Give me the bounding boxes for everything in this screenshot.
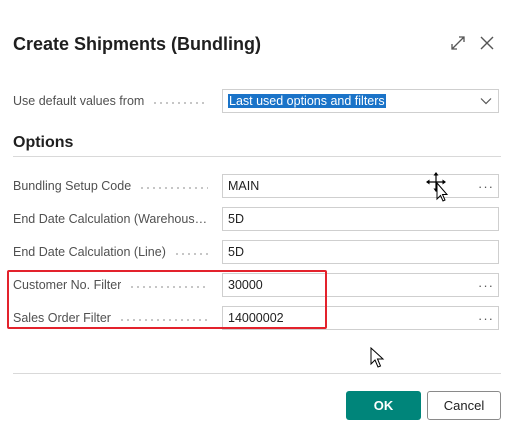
end-date-calc-line-row: End Date Calculation (Line) 5D — [13, 240, 501, 264]
end-date-calc-line-field[interactable]: 5D — [222, 240, 499, 264]
options-divider — [13, 156, 501, 157]
dialog-title: Create Shipments (Bundling) — [13, 34, 262, 54]
sales-order-filter-field[interactable]: 14000002 ··· — [222, 306, 499, 330]
ok-button[interactable]: OK — [346, 391, 421, 420]
bundling-setup-code-field[interactable]: MAIN ··· — [222, 174, 499, 198]
sales-order-filter-label: Sales Order Filter — [13, 306, 218, 330]
end-date-calc-warehouse-field[interactable]: 5D — [222, 207, 499, 231]
default-values-value: Last used options and filters — [228, 94, 386, 108]
arrow-cursor-icon — [370, 347, 385, 368]
default-values-label: Use default values from — [13, 89, 218, 113]
end-date-calc-warehouse-label: End Date Calculation (Warehouse... — [13, 207, 218, 231]
end-date-calc-warehouse-row: End Date Calculation (Warehouse... 5D — [13, 207, 501, 231]
cancel-button[interactable]: Cancel — [427, 391, 501, 420]
create-shipments-dialog: Create Shipments (Bundling) Use default … — [0, 0, 520, 432]
default-values-row: Use default values from Last used option… — [13, 89, 501, 113]
assist-edit-button[interactable]: ··· — [474, 307, 498, 329]
default-values-select[interactable]: Last used options and filters — [222, 89, 499, 113]
sales-order-filter-row: Sales Order Filter 14000002 ··· — [13, 306, 501, 330]
move-cursor-icon — [426, 172, 449, 202]
bundling-setup-code-label: Bundling Setup Code — [13, 174, 218, 198]
footer-divider — [13, 373, 501, 374]
customer-no-filter-field[interactable]: 30000 ··· — [222, 273, 499, 297]
assist-edit-button[interactable]: ··· — [474, 274, 498, 296]
expand-icon — [451, 36, 465, 50]
expand-button[interactable] — [447, 32, 469, 54]
chevron-down-icon — [480, 98, 492, 105]
customer-no-filter-label: Customer No. Filter — [13, 273, 218, 297]
options-heading: Options — [13, 134, 74, 151]
close-button[interactable] — [476, 32, 498, 54]
assist-edit-button[interactable]: ··· — [474, 175, 498, 197]
customer-no-filter-row: Customer No. Filter 30000 ··· — [13, 273, 501, 297]
dropdown-button[interactable] — [474, 90, 498, 112]
end-date-calc-line-label: End Date Calculation (Line) — [13, 240, 218, 264]
close-icon — [480, 36, 494, 50]
